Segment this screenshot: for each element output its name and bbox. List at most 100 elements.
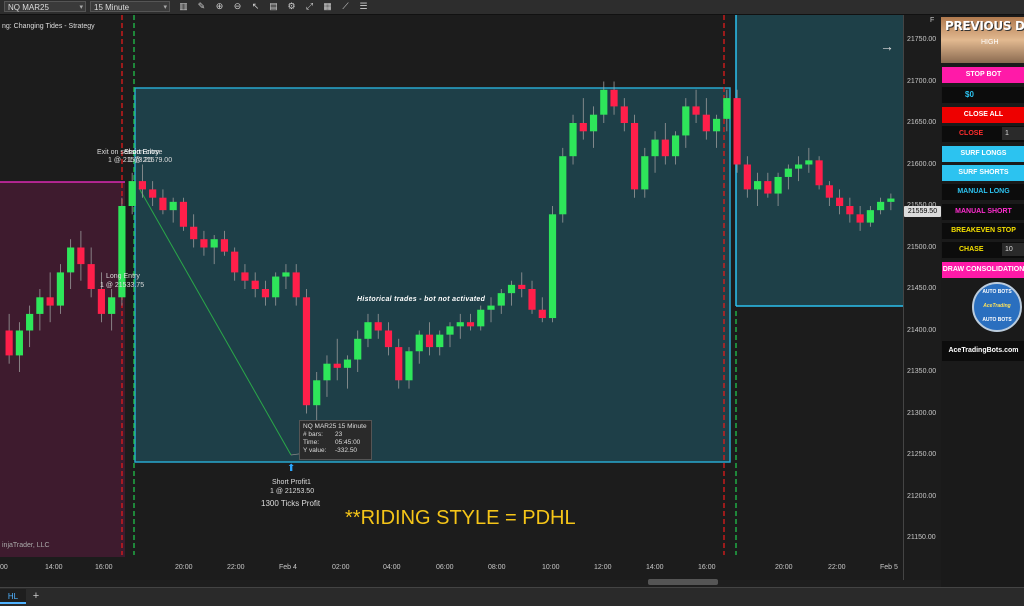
candle-body xyxy=(436,334,444,348)
menu-icon[interactable]: ☰ xyxy=(358,1,369,12)
candle-body xyxy=(641,156,649,190)
candle-body xyxy=(528,289,536,310)
panel-letter: F xyxy=(930,17,935,24)
x-tick-label: 12:00 xyxy=(594,564,612,571)
instrument-select[interactable]: NQ MAR25 ▾ xyxy=(4,1,86,12)
y-tick-label: 21350.00 xyxy=(907,368,937,375)
chevron-down-icon: ▾ xyxy=(79,4,83,11)
x-tick-label: 10:00 xyxy=(542,564,560,571)
copyright: injaTrader, LLC xyxy=(2,542,50,549)
pnl-row: $0 xyxy=(942,87,1024,103)
strategies-icon[interactable]: ⤢ xyxy=(304,1,315,12)
x-tick-label: 20:00 xyxy=(775,564,793,571)
candle-body xyxy=(354,338,362,360)
add-tab-button[interactable]: + xyxy=(30,589,42,604)
candle-body xyxy=(651,139,659,157)
candle-body xyxy=(477,309,485,327)
current-price-tag: 21559.50 xyxy=(904,206,941,217)
candle-body xyxy=(877,201,885,211)
candle-body xyxy=(815,160,823,186)
close-qty-input[interactable]: 1 xyxy=(1002,127,1024,140)
bar-type-icon[interactable]: ▥ xyxy=(178,1,189,12)
candle-body xyxy=(825,185,833,198)
candle-body xyxy=(671,135,680,157)
short-profit-label: Short Profit1 xyxy=(272,479,311,486)
x-tick-label: 04:00 xyxy=(383,564,401,571)
candle-body xyxy=(446,326,454,335)
x-tick-label: 20:00 xyxy=(175,564,193,571)
surf-longs-button[interactable]: SURF LONGS xyxy=(942,146,1024,162)
stop-bot-button[interactable]: STOP BOT xyxy=(942,67,1024,83)
arrow-right-icon[interactable]: → xyxy=(880,38,894,54)
y-tick-label: 21200.00 xyxy=(907,492,937,500)
candle-body xyxy=(97,289,105,314)
candle-body xyxy=(743,164,751,190)
properties-icon[interactable]: ⚙ xyxy=(286,1,297,12)
price-axis[interactable]: F 21750.0021700.0021650.0021600.0021550.… xyxy=(903,15,942,580)
manual-long-button[interactable]: MANUAL LONG xyxy=(942,184,1024,200)
x-tick-label: 16:00 xyxy=(95,564,113,571)
candle-body xyxy=(887,198,895,202)
candle-body xyxy=(507,284,516,294)
chart-panel[interactable]: ng: Changing Tides - Strategy → Exit on … xyxy=(0,15,903,580)
zoom-in-icon[interactable]: ⊕ xyxy=(214,1,225,12)
candle-body xyxy=(87,264,95,289)
x-tick-label: 22:00 xyxy=(227,564,245,571)
candle-body xyxy=(241,272,249,281)
candle-body xyxy=(589,114,598,132)
candle-body xyxy=(805,160,813,165)
chase-qty-input[interactable]: 10 xyxy=(1002,243,1024,256)
chart-trader-icon[interactable]: ▦ xyxy=(322,1,333,12)
y-tick-label: 21400.00 xyxy=(907,326,937,334)
candle-body xyxy=(374,322,382,331)
candle-body xyxy=(210,239,218,248)
ticks-profit: 1300 Ticks Profit xyxy=(261,499,321,508)
x-tick-label: 00 xyxy=(0,564,8,571)
candle-body xyxy=(497,293,505,306)
previous-day-banner: PREVIOUS D HIGH xyxy=(941,17,1024,63)
candle-body xyxy=(67,247,75,273)
x-tick-label: 14:00 xyxy=(45,564,63,571)
close-all-button[interactable]: CLOSE ALL xyxy=(942,107,1024,123)
tooltip-yvalue-label: Y value: xyxy=(303,447,327,454)
candle-body xyxy=(846,206,854,215)
candle-body xyxy=(753,181,762,190)
candle-body xyxy=(302,297,311,406)
interval-select[interactable]: 15 Minute ▾ xyxy=(90,1,170,12)
indicators-icon[interactable]: ⟋ xyxy=(340,1,351,12)
tab-chart[interactable]: HL xyxy=(0,589,26,604)
chase-label: CHASE xyxy=(959,246,984,253)
horizontal-scrollbar[interactable] xyxy=(648,579,718,585)
candle-body xyxy=(856,214,864,223)
x-tick-label: 22:00 xyxy=(828,564,846,571)
breakeven-stop-button[interactable]: BREAKEVEN STOP xyxy=(942,223,1024,239)
draw-pencil-icon[interactable]: ✎ xyxy=(196,1,207,12)
tooltip-title: NQ MAR25 15 Minute xyxy=(303,423,367,430)
surf-shorts-button[interactable]: SURF SHORTS xyxy=(942,165,1024,181)
candle-body xyxy=(261,289,270,298)
candle-body xyxy=(149,189,157,198)
short-profit-price: 1 @ 21253.50 xyxy=(270,488,315,495)
candle-body xyxy=(559,156,567,215)
long-entry-price: 1 @ 21533.75 xyxy=(100,282,145,289)
pointer-icon[interactable]: ↖ xyxy=(250,1,261,12)
candle-body xyxy=(179,201,188,227)
manual-short-button[interactable]: MANUAL SHORT xyxy=(942,204,1024,220)
y-tick-label: 21700.00 xyxy=(907,77,937,85)
candle-body xyxy=(231,251,239,273)
website-link[interactable]: AceTradingBots.com xyxy=(942,341,1024,361)
draw-consolidation-button[interactable]: DRAW CONSOLIDATION xyxy=(942,262,1024,278)
tooltip-time-value: 05:45:00 xyxy=(335,439,361,446)
candle-body xyxy=(395,347,403,381)
y-tick-label: 21750.00 xyxy=(907,36,937,43)
ace-trading-logo: AUTO BOTS AceTrading AUTO BOTS xyxy=(972,282,1022,332)
riding-style-annotation: **RIDING STYLE = PDHL xyxy=(345,507,576,529)
zoom-out-icon[interactable]: ⊖ xyxy=(232,1,243,12)
candle-body xyxy=(579,123,587,132)
data-box-icon[interactable]: ▤ xyxy=(268,1,279,12)
y-tick-label: 21500.00 xyxy=(907,243,937,251)
prev-day-zone xyxy=(0,182,125,557)
candle-body xyxy=(36,297,44,314)
candle-body xyxy=(220,239,229,252)
candle-body xyxy=(282,272,290,277)
